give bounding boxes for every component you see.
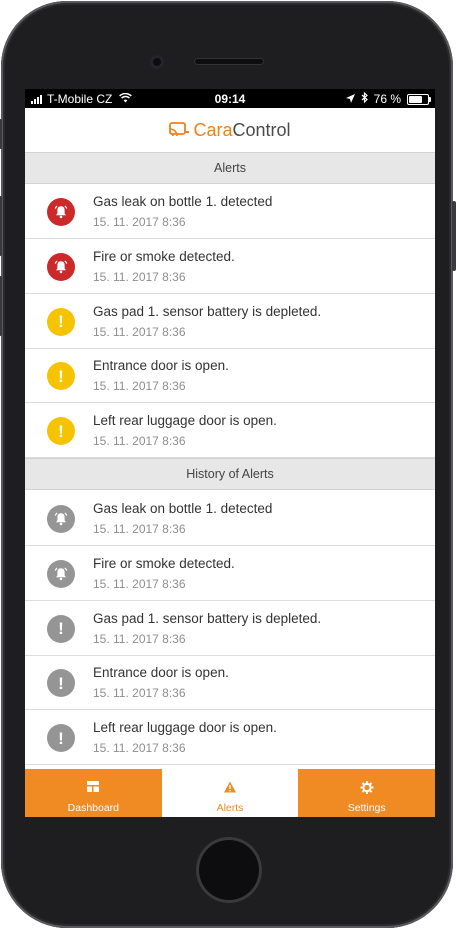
alert-row[interactable]: Fire or smoke detected. 15. 11. 2017 8:36: [25, 239, 435, 294]
history-row[interactable]: Fire or smoke detected. 15. 11. 2017 8:36: [25, 546, 435, 601]
history-row[interactable]: ! Entrance door is open. 15. 11. 2017 8:36: [25, 655, 435, 711]
alert-timestamp: 15. 11. 2017 8:36: [93, 434, 186, 449]
alert-title: Entrance door is open.: [93, 665, 229, 681]
logo-control: Control: [232, 119, 291, 140]
battery-level: [409, 95, 422, 103]
alert-timestamp: 15. 11. 2017 8:36: [93, 379, 186, 394]
exclamation-icon: !: [47, 362, 75, 391]
alert-title: Gas pad 1. sensor battery is depleted.: [93, 303, 322, 319]
front-camera: [150, 55, 164, 69]
caracontrol-logo-icon: [169, 122, 190, 138]
alert-timestamp: 15. 11. 2017 8:36: [93, 631, 186, 646]
app-logo: CaraControl: [193, 120, 290, 141]
alert-row[interactable]: ! Left rear luggage door is open. 15. 11. …: [25, 403, 435, 459]
exclamation-icon: !: [47, 614, 75, 643]
alert-timestamp: 15. 11. 2017 8:36: [93, 324, 186, 339]
tab-alerts-label: Alerts: [216, 802, 244, 814]
tab-bar: Dashboard Alerts Settings: [25, 769, 435, 817]
alert-title: Fire or smoke detected.: [93, 248, 235, 264]
alert-timestamp: 15. 11. 2017 8:36: [93, 576, 186, 591]
alert-title: Gas leak on bottle 1. detected: [93, 501, 273, 516]
tab-alerts[interactable]: Alerts: [161, 769, 299, 817]
bell-icon: [47, 252, 75, 281]
alert-timestamp: 15. 11. 2017 8:36: [93, 269, 186, 284]
history-row[interactable]: ! Gas pad 1. sensor battery is depleted. 1…: [25, 601, 435, 656]
alert-title: Entrance door is open.: [93, 358, 229, 374]
history-row[interactable]: Gas leak on bottle 1. detected 15. 11. 20…: [25, 491, 435, 546]
history-row[interactable]: ! Left rear luggage door is open. 15. 11. …: [25, 710, 435, 766]
exclamation-icon: !: [47, 724, 75, 753]
alert-timestamp: 15. 11. 2017 8:36: [93, 741, 186, 756]
earpiece-speaker: [194, 58, 264, 65]
alert-title: Left rear luggage door is open.: [93, 413, 277, 429]
alert-row[interactable]: ! Entrance door is open. 15. 11. 2017 8:36: [25, 348, 435, 404]
exclamation-icon: !: [47, 307, 75, 336]
tab-settings-label: Settings: [347, 802, 386, 814]
bell-icon: [47, 198, 75, 226]
home-button[interactable]: [196, 837, 262, 903]
bell-icon: [47, 559, 75, 588]
alert-row[interactable]: Gas leak on bottle 1. detected 15. 11. 20…: [25, 184, 435, 239]
warning-icon: [224, 781, 237, 796]
battery-percent: 76 %: [373, 92, 401, 106]
alert-timestamp: 15. 11. 2017 8:36: [93, 522, 186, 536]
bluetooth-icon: [361, 91, 368, 106]
power-button: [452, 201, 456, 271]
volume-down-button: [0, 276, 2, 336]
exclamation-icon: !: [47, 417, 75, 446]
location-icon: [345, 92, 355, 106]
volume-up-button: [0, 196, 2, 256]
alert-title: Fire or smoke detected.: [93, 555, 235, 571]
alert-timestamp: 15. 11. 2017 8:36: [93, 215, 186, 229]
screen: T-Mobile CZ 09:14 76 % CaraControl Alert…: [25, 89, 435, 817]
tab-dashboard-label: Dashboard: [67, 802, 120, 814]
logo-cara: Cara: [193, 119, 233, 140]
app-header: CaraControl: [25, 108, 435, 152]
alert-title: Gas pad 1. sensor battery is depleted.: [93, 610, 322, 626]
gear-icon: [360, 781, 374, 797]
tab-settings[interactable]: Settings: [298, 769, 435, 817]
exclamation-icon: !: [47, 669, 75, 698]
battery-icon: [407, 93, 431, 105]
dashboard-icon: [87, 781, 100, 795]
alert-title: Gas leak on bottle 1. detected: [93, 194, 273, 209]
mute-switch: [0, 119, 2, 149]
phone-frame: T-Mobile CZ 09:14 76 % CaraControl Alert…: [0, 1, 456, 928]
history-section-header: History of Alerts: [25, 458, 435, 490]
alert-title: Left rear luggage door is open.: [93, 720, 277, 736]
alert-row[interactable]: ! Gas pad 1. sensor battery is depleted. 1…: [25, 294, 435, 349]
status-bar: T-Mobile CZ 09:14 76 %: [25, 89, 435, 108]
status-right: 76 %: [345, 91, 431, 106]
tab-dashboard[interactable]: Dashboard: [25, 769, 162, 817]
bell-icon: [47, 505, 75, 533]
alert-timestamp: 15. 11. 2017 8:36: [93, 686, 186, 701]
alerts-section-header: Alerts: [25, 152, 435, 184]
